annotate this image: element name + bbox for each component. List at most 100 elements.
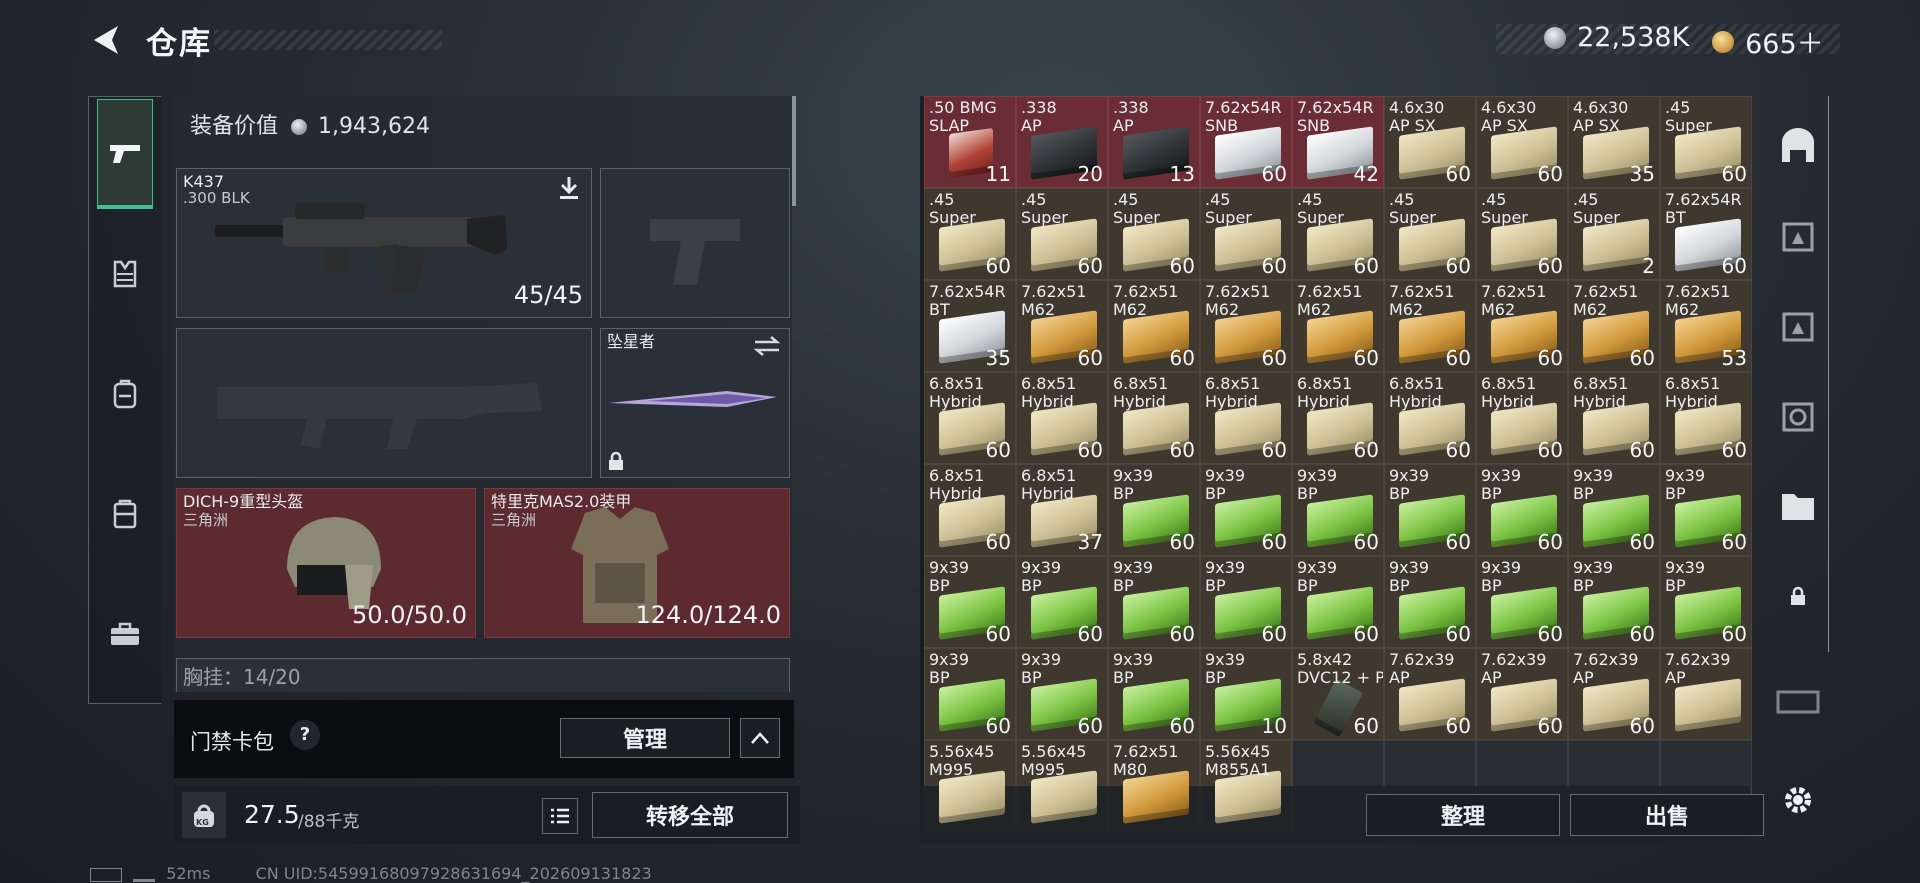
inventory-item[interactable]: 9x39 BP 60 — [1384, 556, 1476, 648]
inventory-item[interactable]: 9x39 BP 60 — [1476, 556, 1568, 648]
inventory-item[interactable]: 7.62x51 M62 60 — [1384, 280, 1476, 372]
storage-expand-tab[interactable] — [1776, 686, 1820, 720]
inventory-item[interactable]: .50 BMG SLAP 11 — [924, 96, 1016, 188]
tab-storage-5[interactable] — [1772, 466, 1824, 546]
inventory-item[interactable]: 6.8x51 Hybrid 60 — [1200, 372, 1292, 464]
inventory-item[interactable]: 9x39 BP 60 — [1108, 556, 1200, 648]
inventory-item[interactable]: 7.62x39 AP — [1660, 648, 1752, 740]
melee-slot[interactable]: 坠星者 — [600, 328, 790, 478]
inventory-item[interactable]: 7.62x51 M62 53 — [1660, 280, 1752, 372]
inventory-item[interactable]: 4.6x30 AP SX 60 — [1384, 96, 1476, 188]
swap-icon[interactable] — [753, 335, 781, 357]
inventory-item[interactable]: 6.8x51 Hybrid 60 — [924, 464, 1016, 556]
inventory-item[interactable]: .45 Super 60 — [1200, 188, 1292, 280]
inventory-panel: .50 BMG SLAP 11.338 AP 20.338 AP 13 7.62x54R… — [920, 96, 1752, 832]
item-name: 5.56x45 M995 — [929, 742, 995, 779]
inventory-item[interactable]: 6.8x51 Hybrid 60 — [1476, 372, 1568, 464]
inventory-item[interactable]: 7.62x51 M62 60 — [1016, 280, 1108, 372]
inventory-item[interactable]: 9x39 BP 10 — [1200, 648, 1292, 740]
item-name: 7.62x51 M62 — [1113, 282, 1179, 319]
inventory-item[interactable]: .45 Super 2 — [1568, 188, 1660, 280]
inventory-item[interactable]: 9x39 BP 60 — [1292, 464, 1384, 556]
inventory-item[interactable]: 6.8x51 Hybrid 60 — [1016, 372, 1108, 464]
inventory-item[interactable]: 9x39 BP 60 — [1568, 556, 1660, 648]
inventory-item[interactable]: 9x39 BP 60 — [924, 648, 1016, 740]
equipment-scrollbar[interactable] — [792, 96, 796, 206]
inventory-item[interactable]: 4.6x30 AP SX 35 — [1568, 96, 1660, 188]
inventory-item[interactable]: 7.62x54R SNB 60 — [1200, 96, 1292, 188]
inventory-item[interactable]: 6.8x51 Hybrid 60 — [1384, 372, 1476, 464]
inventory-item[interactable]: .45 Super 60 — [924, 188, 1016, 280]
inventory-item[interactable]: 9x39 BP 60 — [1476, 464, 1568, 556]
inventory-item[interactable]: 9x39 BP 60 — [1660, 464, 1752, 556]
primary-weapon-slot[interactable]: K437 .300 BLK 45/45 — [176, 168, 592, 318]
inventory-item[interactable]: 7.62x51 M62 60 — [1568, 280, 1660, 372]
item-count: 60 — [985, 530, 1011, 554]
tab-backpack[interactable] — [97, 339, 153, 449]
inventory-item[interactable]: 7.62x51 M62 60 — [1200, 280, 1292, 372]
inventory-item[interactable]: 6.8x51 Hybrid 60 — [1108, 372, 1200, 464]
expand-storage-icon — [1776, 690, 1820, 714]
sell-button[interactable]: 出售 — [1570, 794, 1764, 836]
help-icon[interactable]: ? — [290, 720, 320, 750]
inventory-item[interactable]: 7.62x51 M62 60 — [1108, 280, 1200, 372]
inventory-item[interactable]: 9x39 BP 60 — [1016, 648, 1108, 740]
tab-storage-3[interactable] — [1772, 286, 1824, 366]
expand-button[interactable] — [740, 718, 780, 758]
inventory-item[interactable]: 6.8x51 Hybrid 60 — [1568, 372, 1660, 464]
sort-button[interactable]: 整理 — [1366, 794, 1560, 836]
inventory-item[interactable]: .338 AP 20 — [1016, 96, 1108, 188]
inventory-item[interactable]: .45 Super 60 — [1292, 188, 1384, 280]
tab-storage-main[interactable] — [1772, 106, 1824, 186]
inventory-item[interactable]: 6.8x51 Hybrid 60 — [1292, 372, 1384, 464]
inventory-item[interactable]: 7.62x39 AP 60 — [1384, 648, 1476, 740]
inventory-item[interactable]: .45 Super 60 — [1476, 188, 1568, 280]
inventory-item[interactable]: 5.8x42 DVC12 + P 60 — [1292, 648, 1384, 740]
download-icon[interactable] — [557, 175, 581, 201]
inventory-item[interactable]: 7.62x54R BT 35 — [924, 280, 1016, 372]
inventory-item[interactable]: 9x39 BP 60 — [1384, 464, 1476, 556]
inventory-item[interactable]: 9x39 BP 60 — [1568, 464, 1660, 556]
tab-chest-rig[interactable] — [97, 219, 153, 329]
inventory-item[interactable]: .45 Super 60 — [1660, 96, 1752, 188]
inventory-item[interactable]: 9x39 BP 60 — [1660, 556, 1752, 648]
inventory-item[interactable]: 6.8x51 Hybrid 60 — [1660, 372, 1752, 464]
gold-currency[interactable]: 665＋ — [1712, 22, 1824, 61]
inventory-item[interactable]: 9x39 BP 60 — [1200, 464, 1292, 556]
secondary-primary-slot[interactable] — [176, 328, 592, 478]
tab-storage-4[interactable] — [1772, 376, 1824, 456]
inventory-item[interactable]: 7.62x54R SNB 42 — [1292, 96, 1384, 188]
list-view-button[interactable] — [542, 798, 578, 834]
tab-storage-2[interactable] — [1772, 196, 1824, 276]
tab-storage-locked[interactable] — [1772, 556, 1824, 636]
tab-weapons[interactable] — [97, 99, 153, 209]
inventory-item[interactable]: 9x39 BP 60 — [1200, 556, 1292, 648]
inventory-item[interactable]: 9x39 BP 60 — [924, 556, 1016, 648]
inventory-item[interactable]: 7.62x39 AP 60 — [1476, 648, 1568, 740]
inventory-item[interactable]: 9x39 BP 60 — [1292, 556, 1384, 648]
secondary-weapon-slot[interactable] — [600, 168, 790, 318]
tab-case[interactable] — [97, 459, 153, 569]
helmet-slot[interactable]: DICH-9重型头盔 三角洲 50.0/50.0 — [176, 488, 476, 638]
inventory-item[interactable]: 6.8x51 Hybrid 37 — [1016, 464, 1108, 556]
armor-slot[interactable]: 特里克MAS2.0装甲 三角洲 124.0/124.0 — [484, 488, 790, 638]
inventory-item[interactable]: 4.6x30 AP SX 60 — [1476, 96, 1568, 188]
inventory-item[interactable]: .45 Super 60 — [1384, 188, 1476, 280]
chest-rig-row[interactable]: 胸挂：14/20 — [176, 658, 790, 692]
inventory-item[interactable]: .45 Super 60 — [1016, 188, 1108, 280]
inventory-item[interactable]: 7.62x54R BT 60 — [1660, 188, 1752, 280]
inventory-item[interactable]: 9x39 BP 60 — [1108, 464, 1200, 556]
tab-toolbox[interactable] — [97, 579, 153, 689]
inventory-item[interactable]: 6.8x51 Hybrid 60 — [924, 372, 1016, 464]
inventory-item[interactable]: 7.62x51 M62 60 — [1292, 280, 1384, 372]
inventory-item[interactable]: .45 Super 60 — [1108, 188, 1200, 280]
inventory-item[interactable]: 9x39 BP 60 — [1016, 556, 1108, 648]
transfer-all-button[interactable]: 转移全部 — [592, 792, 788, 838]
settings-gear-icon[interactable] — [1780, 782, 1816, 818]
inventory-item[interactable]: 7.62x39 AP 60 — [1568, 648, 1660, 740]
inventory-item[interactable]: 7.62x51 M62 60 — [1476, 280, 1568, 372]
manage-button[interactable]: 管理 — [560, 718, 730, 758]
back-arrow-icon[interactable] — [88, 22, 124, 58]
inventory-item[interactable]: 9x39 BP 60 — [1108, 648, 1200, 740]
inventory-item[interactable]: .338 AP 13 — [1108, 96, 1200, 188]
